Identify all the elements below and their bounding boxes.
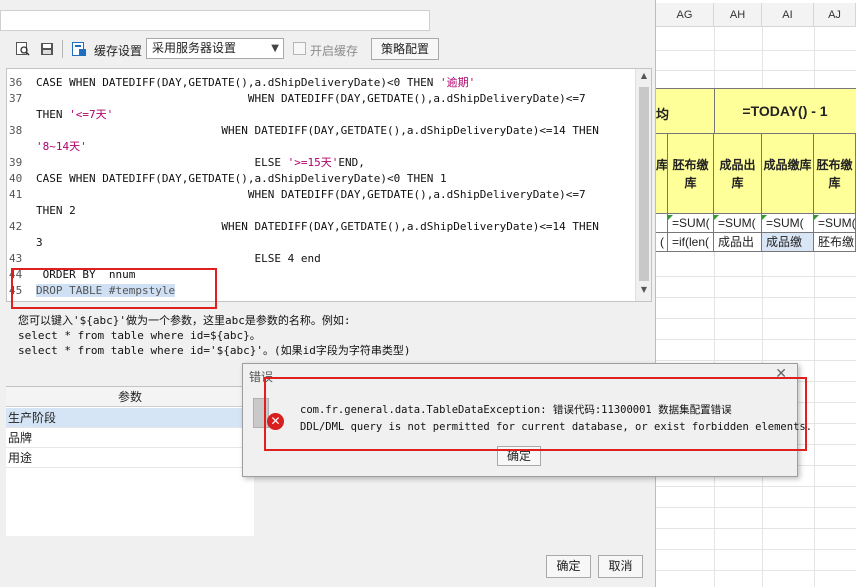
parameter-row[interactable]: 生产阶段 [6, 408, 254, 428]
formula-cell[interactable]: 成品出 [714, 233, 762, 252]
merged-header-today: =TODAY() - 1 [742, 103, 828, 119]
toolbar-separator [62, 40, 63, 58]
grid-line [656, 570, 856, 571]
enable-cache-checkbox[interactable] [293, 42, 306, 55]
string-literal: '>=15天' [287, 156, 339, 169]
formula-cell[interactable]: =if(len( [668, 233, 714, 252]
cell-marker-icon [762, 215, 767, 220]
preview-icon[interactable] [14, 40, 32, 58]
code-text: '8~14天' [36, 139, 87, 155]
line-number: 43 [9, 252, 23, 265]
cache-mode-select[interactable]: 采用服务器设置 ▼ [146, 38, 284, 59]
strategy-config-button[interactable]: 策略配置 [371, 38, 439, 60]
code-text: WHEN DATEDIFF(DAY,GETDATE(),a.dShipDeliv… [36, 220, 599, 233]
spreadsheet-background: AG AH AI AJ 均 =TODAY() - 1 库 胚布缴库 成品出库 成… [656, 0, 856, 587]
vertical-scrollbar[interactable]: ▲ ▼ [635, 69, 651, 301]
cache-settings-label: 缓存设置 [94, 44, 143, 58]
grid-line [656, 50, 856, 51]
header-cell[interactable]: 胚布缴库 [668, 134, 714, 214]
merged-header-row[interactable]: 均 =TODAY() - 1 [656, 88, 856, 134]
code-text: CASE WHEN DATEDIFF(DAY,GETDATE(),a.dShip… [36, 76, 476, 89]
chevron-down-icon: ▼ [271, 43, 279, 54]
parameter-hint-example: select * from table where id='${abc}'。(如… [18, 344, 411, 357]
grid-line [656, 318, 856, 319]
cache-mode-value: 采用服务器设置 [152, 41, 237, 55]
code-text: WHEN DATEDIFF(DAY,GETDATE(),a.dShipDeliv… [36, 188, 586, 201]
string-literal: '逾期' [439, 76, 476, 89]
cell-marker-icon [668, 215, 673, 220]
formula-cell[interactable]: =SUM( [668, 214, 714, 233]
grid-line [656, 486, 856, 487]
highlight-box [11, 268, 217, 309]
formula-cell[interactable]: ( [656, 233, 668, 252]
formula-cell[interactable]: 成品缴 [762, 233, 814, 252]
line-number: 40 [9, 172, 23, 185]
code-text: THEN 2 [36, 204, 76, 217]
grid-line [656, 549, 856, 550]
merged-header-left: 均 [656, 107, 670, 122]
formula-cell[interactable] [656, 214, 668, 233]
parameters-table: 参数 生产阶段 品牌 用途 [6, 386, 254, 536]
code-text: WHEN DATEDIFF(DAY,GETDATE(),a.dShipDeliv… [36, 124, 599, 137]
code-text: 3 [36, 236, 43, 249]
grid-line [656, 297, 856, 298]
formula-cell[interactable]: =SUM( [714, 214, 762, 233]
line-number: 38 [9, 124, 23, 137]
parameters-header: 参数 [6, 387, 254, 407]
formula-cell[interactable]: =SUM( [762, 214, 814, 233]
dataset-name-field[interactable] [0, 10, 430, 31]
header-cell[interactable]: 成品缴库 [762, 134, 814, 214]
column-header-ai[interactable]: AI [762, 3, 814, 27]
parameter-row[interactable]: 用途 [6, 448, 254, 468]
line-number: 39 [9, 156, 23, 169]
enable-cache-label: 开启缓存 [310, 44, 359, 58]
formula-cell[interactable]: =SUM( [814, 214, 856, 233]
highlight-box [264, 377, 807, 451]
cancel-button[interactable]: 取消 [598, 555, 643, 578]
column-header-ag[interactable]: AG [656, 3, 714, 27]
string-literal: '<=7天' [69, 108, 114, 121]
line-number: 41 [9, 188, 23, 201]
grid-line [656, 360, 856, 361]
header-cell[interactable]: 胚布缴库 [814, 134, 856, 214]
line-number: 36 [9, 76, 23, 89]
code-text: THEN '<=7天' [36, 108, 114, 121]
scroll-down-icon[interactable]: ▼ [636, 285, 651, 299]
confirm-button[interactable]: 确定 [546, 555, 591, 578]
scroll-up-icon[interactable]: ▲ [636, 71, 651, 85]
cell-marker-icon [714, 215, 719, 220]
code-text: ELSE '>=15天'END, [36, 156, 365, 169]
grid-line [656, 507, 856, 508]
code-text: WHEN DATEDIFF(DAY,GETDATE(),a.dShipDeliv… [36, 92, 586, 105]
grid-line [656, 276, 856, 277]
line-number: 42 [9, 220, 23, 233]
cell-marker-icon [814, 215, 819, 220]
column-header-aj[interactable]: AJ [814, 3, 856, 27]
save-icon[interactable] [38, 40, 56, 58]
formula-cell[interactable]: 胚布缴 [814, 233, 856, 252]
toolbar: 缓存设置 采用服务器设置 ▼ 开启缓存 策略配置 [6, 36, 654, 63]
code-text: ELSE 4 end [36, 252, 321, 265]
parameter-hint-line: 您可以键入'${abc}'做为一个参数，这里abc是参数的名称。例如: [18, 314, 351, 327]
header-cell[interactable]: 库 [656, 134, 668, 214]
column-header-ah[interactable]: AH [714, 3, 762, 27]
grid-line [656, 70, 856, 71]
grid-line [656, 528, 856, 529]
string-literal: '8~14天' [36, 140, 87, 153]
sql-editor[interactable]: 36 CASE WHEN DATEDIFF(DAY,GETDATE(),a.dSh… [6, 68, 652, 302]
scrollbar-thumb[interactable] [639, 87, 649, 281]
parameter-hint-example: select * from table where id=${abc}。 [18, 329, 261, 342]
grid-line [656, 339, 856, 340]
parameter-row[interactable]: 品牌 [6, 428, 254, 448]
header-cell[interactable]: 成品出库 [714, 134, 762, 214]
line-number: 37 [9, 92, 23, 105]
code-text: CASE WHEN DATEDIFF(DAY,GETDATE(),a.dShip… [36, 172, 447, 185]
cache-settings-icon [70, 40, 88, 58]
